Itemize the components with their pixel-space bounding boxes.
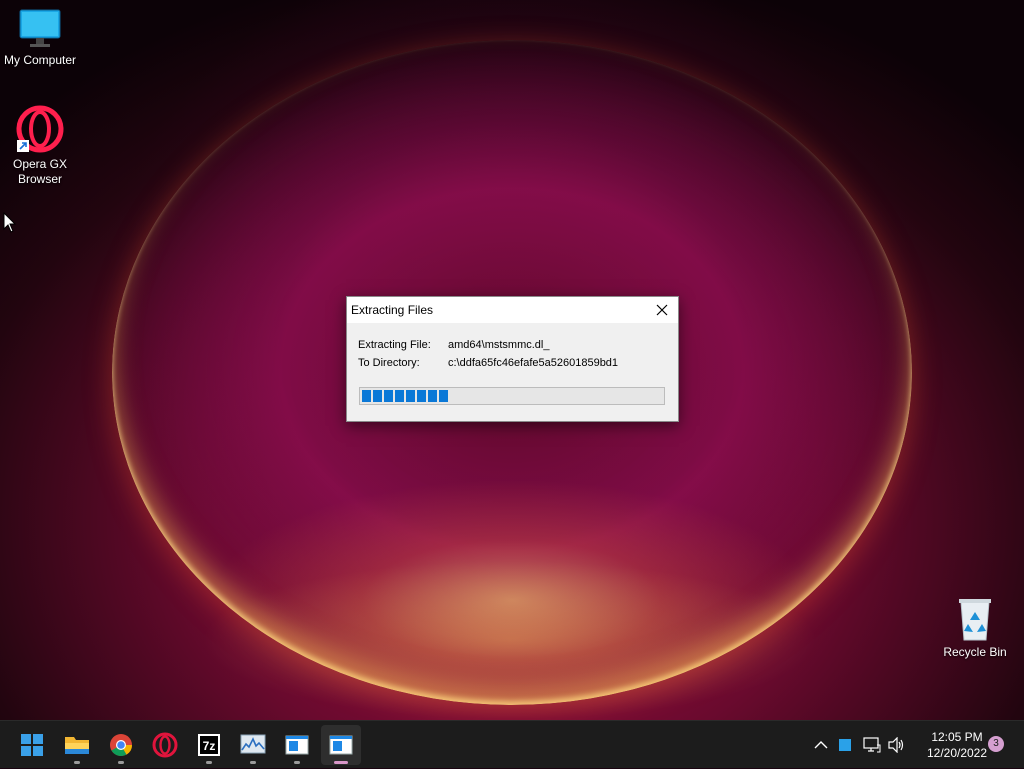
volume-icon — [888, 737, 904, 753]
to-directory-label: To Directory: — [358, 357, 420, 369]
window-app-icon — [285, 735, 309, 755]
desktop-icon-opera-gx[interactable]: Opera GX Browser — [0, 104, 80, 187]
progress-segment — [428, 390, 437, 402]
window-app-icon — [329, 735, 353, 755]
volume-button[interactable] — [886, 721, 908, 769]
recycle-bin-icon — [959, 599, 991, 641]
dialog-title: Extracting Files — [351, 303, 434, 317]
active-indicator — [334, 761, 348, 764]
taskbar-file-explorer[interactable] — [57, 725, 97, 765]
running-indicator — [294, 761, 300, 764]
desktop-icon-label-line2: Browser — [17, 172, 62, 186]
desktop-icon-label-line1: Opera GX — [12, 157, 68, 171]
extracting-file-value: amd64\mstsmmc.dl_ — [448, 339, 550, 351]
tray-app-button[interactable] — [835, 721, 855, 769]
mouse-cursor-icon — [3, 212, 17, 233]
dialog-titlebar[interactable]: Extracting Files — [347, 297, 678, 323]
file-explorer-icon — [65, 737, 89, 754]
taskbar-chrome[interactable] — [101, 725, 141, 765]
running-indicator — [118, 761, 124, 764]
7zip-icon: 7z — [198, 734, 220, 756]
close-button[interactable] — [646, 297, 678, 323]
extracting-files-dialog: Extracting Files Extracting File: amd64\… — [346, 296, 679, 422]
desktop-icon-label: My Computer — [3, 53, 77, 67]
progress-segment — [395, 390, 404, 402]
progress-segment — [384, 390, 393, 402]
taskbar-7zip[interactable]: 7z — [189, 725, 229, 765]
progress-segment — [406, 390, 415, 402]
tray-app-icon — [839, 739, 851, 751]
running-indicator — [206, 761, 212, 764]
wallpaper-glow — [200, 560, 820, 720]
taskbar-window-app-active[interactable] — [321, 725, 361, 765]
progress-segment — [417, 390, 426, 402]
taskbar-resource-monitor[interactable] — [233, 725, 273, 765]
taskbar-opera-gx[interactable] — [145, 725, 185, 765]
desktop-icon-my-computer[interactable]: My Computer — [0, 8, 80, 68]
running-indicator — [74, 761, 80, 764]
network-button[interactable] — [861, 721, 883, 769]
desktop-icon-label: Recycle Bin — [943, 645, 1007, 659]
progress-fill — [362, 390, 448, 402]
chrome-icon — [110, 734, 132, 756]
notification-badge[interactable]: 3 — [988, 736, 1004, 752]
taskbar-window-app[interactable] — [277, 725, 317, 765]
monitor-icon — [19, 9, 61, 47]
close-icon — [656, 304, 668, 316]
windows-start-icon — [21, 734, 43, 756]
extraction-progress-bar — [359, 387, 665, 405]
running-indicator — [250, 761, 256, 764]
progress-segment — [373, 390, 382, 402]
desktop-icon-recycle-bin[interactable]: Recycle Bin — [935, 596, 1015, 660]
svg-text:7z: 7z — [203, 739, 216, 753]
extracting-file-label: Extracting File: — [358, 339, 431, 351]
show-hidden-icons-button[interactable] — [810, 721, 832, 769]
start-button[interactable] — [12, 725, 52, 765]
resource-monitor-icon — [240, 734, 266, 754]
opera-icon — [152, 732, 178, 758]
chevron-up-icon — [814, 741, 828, 749]
to-directory-value: c:\ddfa65fc46efafe5a52601859bd1 — [448, 357, 619, 369]
progress-segment — [439, 390, 448, 402]
opera-gx-icon — [16, 105, 64, 153]
progress-segment — [362, 390, 371, 402]
network-icon — [863, 737, 881, 753]
taskbar: 7z 12:05 PM 12/20/2022 — [0, 720, 1024, 768]
